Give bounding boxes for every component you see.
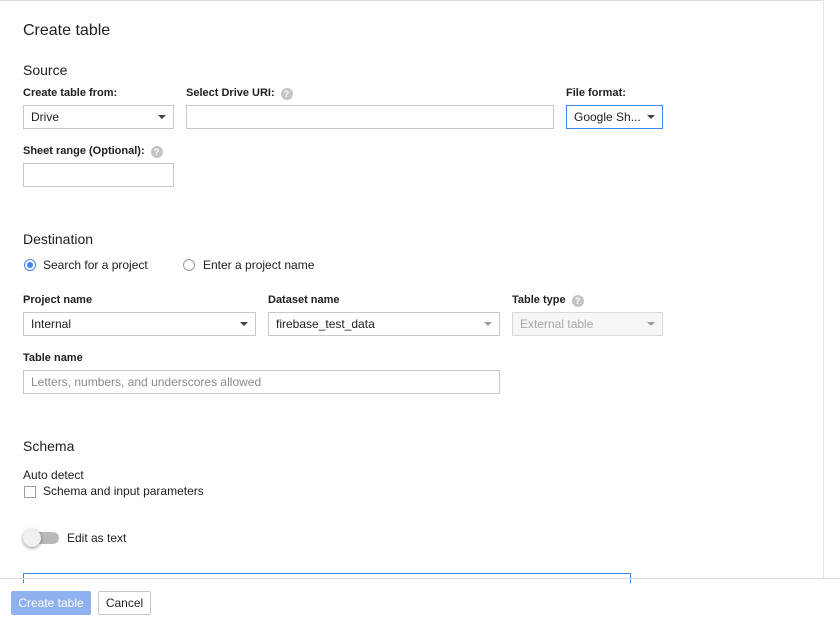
enter-project-label[interactable]: Enter a project name xyxy=(203,258,314,272)
sheet-range-input[interactable] xyxy=(23,163,174,187)
table-type-value: External table xyxy=(520,317,594,331)
table-name-label: Table name xyxy=(23,352,83,364)
file-format-select[interactable]: Google Sh... xyxy=(566,105,663,129)
project-name-select[interactable]: Internal xyxy=(23,312,256,336)
create-table-button[interactable]: Create table xyxy=(11,591,91,615)
dataset-name-select[interactable]: firebase_test_data xyxy=(268,312,500,336)
dataset-name-value: firebase_test_data xyxy=(276,317,375,331)
project-name-label: Project name xyxy=(23,294,93,306)
panel-edge xyxy=(823,0,824,578)
edit-as-text-label[interactable]: Edit as text xyxy=(67,531,126,545)
auto-detect-checkbox[interactable] xyxy=(24,486,36,498)
table-name-input[interactable]: Letters, numbers, and underscores allowe… xyxy=(23,370,500,394)
table-type-label: Table type xyxy=(512,294,566,306)
dropdown-arrow-icon xyxy=(484,322,492,326)
enter-project-radio[interactable] xyxy=(183,259,195,271)
file-format-value: Google Sh... xyxy=(574,110,641,124)
create-from-select[interactable]: Drive xyxy=(23,105,174,129)
table-name-placeholder: Letters, numbers, and underscores allowe… xyxy=(31,375,262,389)
sheet-range-label-row: Sheet range (Optional):? xyxy=(23,145,163,158)
drive-uri-label: Select Drive URI: xyxy=(186,87,275,99)
help-circle-icon[interactable]: ? xyxy=(280,88,293,100)
drive-uri-input[interactable] xyxy=(186,105,554,129)
page-title: Create table xyxy=(23,22,111,39)
cancel-button[interactable]: Cancel xyxy=(98,591,151,615)
create-from-label: Create table from: xyxy=(23,87,118,99)
footer-divider xyxy=(0,578,840,579)
dataset-name-label: Dataset name xyxy=(268,294,340,306)
table-type-select: External table xyxy=(512,312,663,336)
create-from-value: Drive xyxy=(31,110,60,124)
sheet-range-label: Sheet range (Optional): xyxy=(23,145,145,157)
help-circle-icon[interactable]: ? xyxy=(150,146,163,158)
auto-detect-label: Auto detect xyxy=(23,468,84,482)
dropdown-arrow-icon xyxy=(158,115,166,119)
dropdown-arrow-icon xyxy=(647,115,655,119)
top-divider xyxy=(0,0,823,1)
dropdown-arrow-icon xyxy=(240,322,248,326)
help-circle-icon[interactable]: ? xyxy=(571,295,584,307)
destination-heading: Destination xyxy=(23,231,94,247)
drive-uri-label-row: Select Drive URI:? xyxy=(186,87,293,100)
table-type-label-row: Table type? xyxy=(512,294,584,307)
source-heading: Source xyxy=(23,62,68,78)
file-format-label: File format: xyxy=(566,87,626,99)
search-project-radio[interactable] xyxy=(24,259,36,271)
schema-heading: Schema xyxy=(23,438,75,454)
toggle-thumb[interactable] xyxy=(23,529,41,547)
project-name-value: Internal xyxy=(31,317,72,331)
auto-detect-option-label[interactable]: Schema and input parameters xyxy=(43,484,204,498)
dropdown-arrow-icon xyxy=(647,322,655,326)
search-project-label[interactable]: Search for a project xyxy=(43,258,148,272)
